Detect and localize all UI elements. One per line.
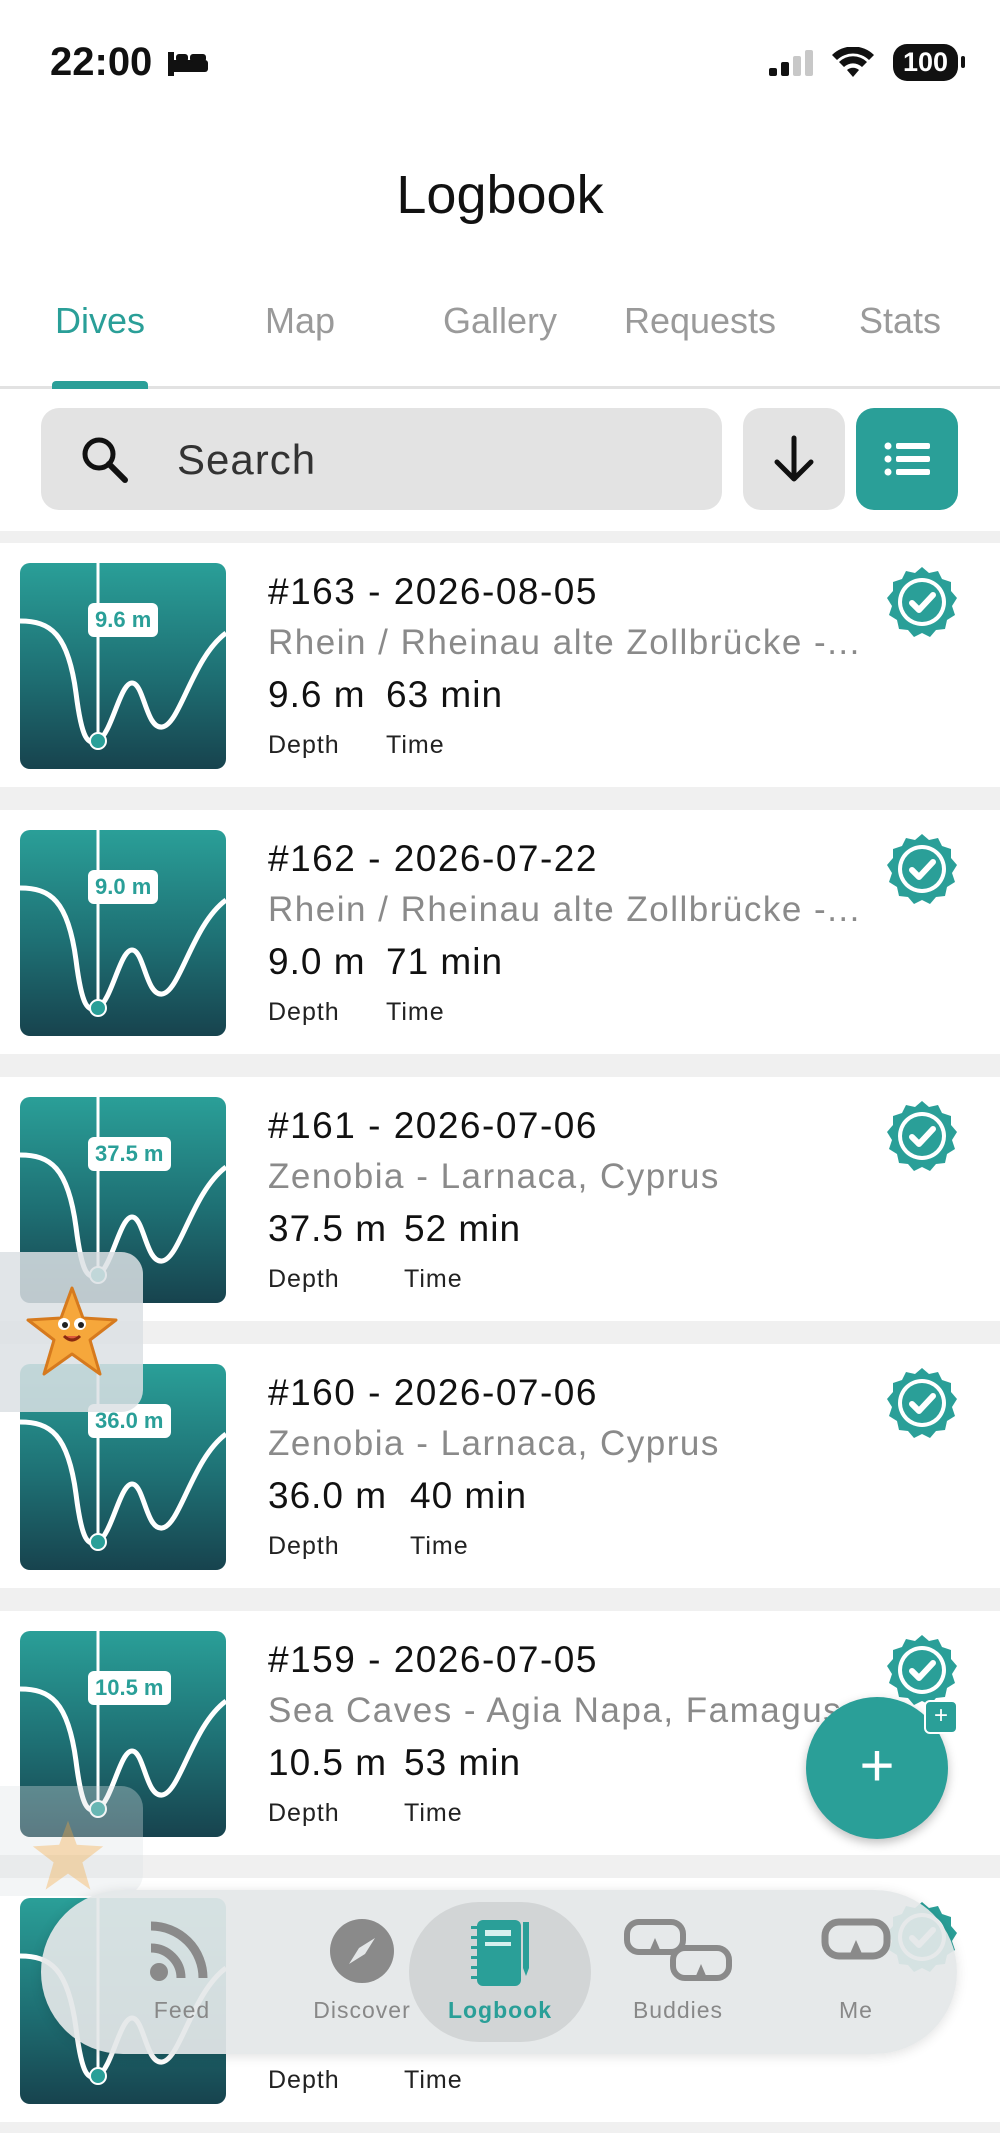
dive-depth-value: 9.6 m bbox=[268, 674, 366, 715]
dive-time-value: 53 min bbox=[404, 1742, 522, 1783]
add-mini-icon: + bbox=[924, 1700, 958, 1734]
verified-badge-icon bbox=[887, 1635, 957, 1705]
compass-icon bbox=[330, 1919, 394, 1983]
cellular-signal-icon bbox=[768, 49, 813, 76]
sleep-bed-icon bbox=[168, 51, 209, 76]
dive-profile-thumbnail: 9.6 m bbox=[20, 563, 226, 769]
nav-label: Me bbox=[839, 1997, 873, 2023]
dive-time-value: 63 min bbox=[386, 674, 504, 715]
sort-button[interactable] bbox=[743, 408, 845, 510]
assistant-bubble-faded bbox=[0, 1786, 143, 1896]
header: Logbook bbox=[0, 130, 1000, 260]
depth-label: Depth bbox=[268, 1532, 340, 1560]
time-label: Time bbox=[404, 1265, 463, 1293]
dive-site: Zenobia - Larnaca, Cyprus bbox=[268, 1157, 720, 1196]
verified-badge-icon bbox=[887, 567, 957, 637]
dive-title: #161 - 2026-07-06 bbox=[268, 1105, 598, 1146]
dive-depth-value: 37.5 m bbox=[268, 1208, 388, 1249]
dive-title: #163 - 2026-08-05 bbox=[268, 571, 598, 612]
dive-masks-icon bbox=[624, 1919, 732, 1981]
tab-map[interactable]: Map bbox=[200, 300, 400, 342]
dive-site: Rhein / Rheinau alte Zollbrücke -... bbox=[268, 623, 861, 662]
max-depth-tag: 9.0 m bbox=[88, 870, 159, 904]
depth-label: Depth bbox=[268, 1799, 340, 1827]
dive-time-value: 40 min bbox=[410, 1475, 528, 1516]
depth-label: Depth bbox=[268, 2066, 340, 2094]
dive-site: Sea Caves - Agia Napa, Famagus bbox=[268, 1691, 843, 1730]
nav-label: Buddies bbox=[632, 1997, 724, 2023]
page-title: Logbook bbox=[396, 165, 604, 225]
dive-title: #160 - 2026-07-06 bbox=[268, 1372, 598, 1413]
dive-depth-value: 9.0 m bbox=[268, 941, 366, 982]
assistant-bubble[interactable] bbox=[0, 1252, 143, 1412]
nav-label: Feed bbox=[153, 1997, 211, 2023]
dive-title: #162 - 2026-07-22 bbox=[268, 838, 598, 879]
nav-logbook[interactable]: Logbook bbox=[415, 1890, 585, 2054]
starfish-mascot-icon bbox=[32, 1820, 104, 1890]
dive-profile-graph bbox=[20, 830, 226, 1017]
active-tab-indicator bbox=[52, 381, 148, 389]
arrow-down-icon bbox=[774, 435, 814, 482]
tab-bar: Dives Map Gallery Requests Stats bbox=[0, 260, 1000, 389]
dive-profile-graph bbox=[20, 563, 226, 750]
search-bar[interactable] bbox=[41, 408, 722, 510]
time-label: Time bbox=[386, 998, 445, 1026]
dive-title: #159 - 2026-07-05 bbox=[268, 1639, 598, 1680]
depth-label: Depth bbox=[268, 1265, 340, 1293]
depth-label: Depth bbox=[268, 998, 340, 1026]
status-bar: 22:00 100 bbox=[0, 0, 1000, 130]
clock: 22:00 bbox=[50, 40, 153, 84]
dive-profile-thumbnail: 9.0 m bbox=[20, 830, 226, 1036]
search-icon bbox=[82, 437, 128, 483]
dive-card[interactable]: 9.6 m #163 - 2026-08-05 Rhein / Rheinau … bbox=[0, 543, 1000, 787]
status-indicators: 100 bbox=[767, 44, 966, 81]
dive-mask-icon bbox=[821, 1918, 891, 1960]
battery-indicator: 100 bbox=[892, 44, 966, 81]
verified-badge-icon bbox=[887, 834, 957, 904]
dive-time-value: 52 min bbox=[404, 1208, 522, 1249]
tab-stats[interactable]: Stats bbox=[800, 300, 1000, 342]
time-label: Time bbox=[404, 2066, 463, 2094]
time-label: Time bbox=[386, 731, 445, 759]
time-label: Time bbox=[410, 1532, 469, 1560]
time-label: Time bbox=[404, 1799, 463, 1827]
nav-me[interactable]: Me bbox=[771, 1890, 941, 2054]
tab-requests[interactable]: Requests bbox=[600, 300, 800, 342]
starfish-mascot-icon bbox=[26, 1286, 118, 1376]
list-view-button[interactable] bbox=[856, 408, 958, 510]
dive-card[interactable]: 36.0 m #160 - 2026-07-06 Zenobia - Larna… bbox=[0, 1344, 1000, 1588]
rss-icon bbox=[150, 1921, 208, 1981]
max-depth-tag: 37.5 m bbox=[88, 1137, 171, 1171]
nav-feed[interactable]: Feed bbox=[97, 1890, 267, 2054]
dive-depth-value: 36.0 m bbox=[268, 1475, 388, 1516]
tab-gallery[interactable]: Gallery bbox=[400, 300, 600, 342]
wifi-icon bbox=[831, 46, 874, 77]
search-input[interactable] bbox=[175, 431, 699, 489]
bottom-navigation: Feed Discover Logbook Buddies Me bbox=[41, 1890, 957, 2054]
dive-card[interactable]: 9.0 m #162 - 2026-07-22 Rhein / Rheinau … bbox=[0, 810, 1000, 1054]
dive-depth-value: 10.5 m bbox=[268, 1742, 388, 1783]
dive-site: Zenobia - Larnaca, Cyprus bbox=[268, 1424, 720, 1463]
nav-label: Logbook bbox=[447, 1997, 553, 2023]
dive-card[interactable]: 37.5 m #161 - 2026-07-06 Zenobia - Larna… bbox=[0, 1077, 1000, 1321]
verified-badge-icon bbox=[887, 1368, 957, 1438]
dive-time-value: 71 min bbox=[386, 941, 504, 982]
nav-buddies[interactable]: Buddies bbox=[593, 1890, 763, 2054]
verified-badge-icon bbox=[887, 1101, 957, 1171]
status-time: 22:00 bbox=[50, 40, 210, 85]
depth-label: Depth bbox=[268, 731, 340, 759]
max-depth-tag: 10.5 m bbox=[88, 1671, 171, 1705]
dive-site: Rhein / Rheinau alte Zollbrücke -... bbox=[268, 890, 861, 929]
tab-dives[interactable]: Dives bbox=[0, 300, 200, 342]
notebook-icon bbox=[471, 1920, 529, 1986]
list-icon bbox=[884, 442, 930, 476]
max-depth-tag: 9.6 m bbox=[88, 603, 159, 637]
search-row bbox=[0, 389, 1000, 531]
